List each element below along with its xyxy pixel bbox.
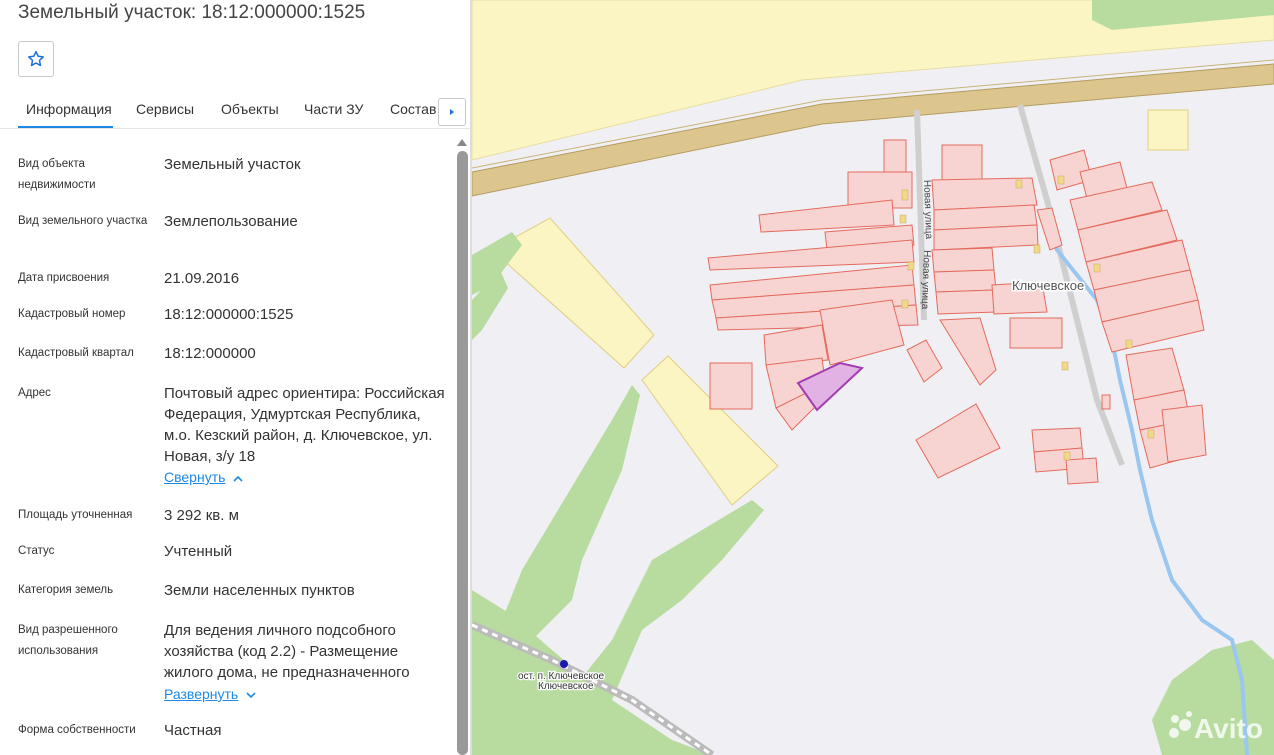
tab-information[interactable]: Информация <box>26 101 112 117</box>
map-view[interactable]: Ключевское Новая улица Новая улица ост. … <box>472 0 1274 755</box>
field-label: Адрес <box>18 387 51 399</box>
field-value: Земельный участок <box>164 156 301 173</box>
tab-parts[interactable]: Части ЗУ <box>304 101 363 117</box>
street-label: Новая улица <box>919 250 932 310</box>
bus-stop-marker[interactable] <box>560 660 568 668</box>
info-panel: Земельный участок: 18:12:000000:1525 Инф… <box>0 0 470 755</box>
field-value: 18:12:000000 <box>164 345 256 362</box>
forest-area <box>502 385 640 640</box>
field-label: Кадастровый номер <box>18 308 126 320</box>
watermark-text: Avito <box>1194 713 1263 744</box>
field-label: Кадастровый квартал <box>18 347 134 359</box>
tab-services[interactable]: Сервисы <box>136 101 194 117</box>
star-outline-icon <box>28 50 44 67</box>
tab-composition[interactable]: Состав <box>390 101 436 117</box>
scrollbar-thumb[interactable] <box>457 151 468 755</box>
field-label: Вид земельного участка <box>18 215 148 227</box>
stop-label: Ключевское <box>538 681 594 692</box>
field-label: Вид объекта недвижимости <box>18 158 96 191</box>
field-value: Земли населенных пунктов <box>164 582 355 599</box>
field-label: Форма собственности <box>18 724 136 736</box>
map-canvas[interactable]: Ключевское Новая улица Новая улица ост. … <box>472 0 1274 755</box>
field-label: Статус <box>18 545 55 557</box>
page-title: Земельный участок: 18:12:000000:1525 <box>18 2 366 23</box>
field-value: 21.09.2016 <box>164 270 240 287</box>
field-value: Почтовый адрес ориентира: Российская Фед… <box>164 385 445 465</box>
expand-permitted-use-link[interactable]: Развернуть <box>164 686 256 702</box>
field-label: Категория земель <box>18 584 114 596</box>
field-label: Вид разрешенного использования <box>18 624 118 657</box>
field-value: Для ведения личного подсобного хозяйства… <box>164 622 410 681</box>
collapse-address-link[interactable]: Свернуть <box>164 469 243 485</box>
tab-objects[interactable]: Объекты <box>221 101 279 117</box>
scroll-up-arrow[interactable] <box>456 137 468 147</box>
field-label: Дата присвоения <box>18 272 110 284</box>
street-label: Новая улица <box>921 180 934 240</box>
chevron-down-icon <box>246 692 256 698</box>
caret-right-icon <box>450 109 454 115</box>
village-label: Ключевское <box>1012 278 1084 293</box>
field-value: 18:12:000000:1525 <box>164 306 294 323</box>
field-value: Землепользование <box>164 213 298 230</box>
field-value: 3 292 кв. м <box>164 507 239 524</box>
tab-bar: Информация Сервисы Объекты Части ЗУ Сост… <box>0 92 470 129</box>
chevron-up-icon <box>233 475 243 482</box>
toggle-label: Развернуть <box>164 686 239 702</box>
toggle-label: Свернуть <box>164 469 226 485</box>
farmland-area <box>1147 109 1189 151</box>
field-label: Площадь уточненная <box>18 509 133 521</box>
active-tab-indicator <box>18 126 113 128</box>
field-value: Учтенный <box>164 543 233 560</box>
favorite-button[interactable] <box>18 41 54 77</box>
tabs-scroll-right-button[interactable] <box>438 98 466 126</box>
field-value: Частная <box>164 722 222 739</box>
